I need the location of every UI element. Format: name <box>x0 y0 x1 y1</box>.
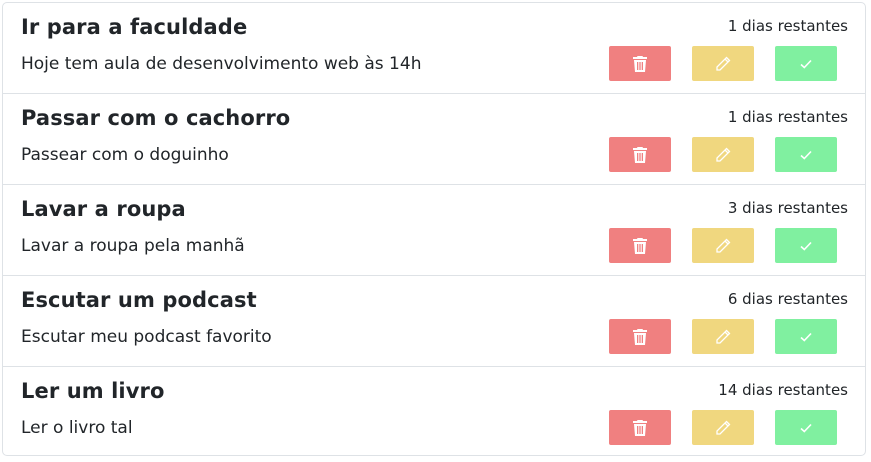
edit-button[interactable] <box>692 319 754 354</box>
edit-button[interactable] <box>692 228 754 263</box>
done-button[interactable] <box>775 228 837 263</box>
task-actions <box>609 410 837 445</box>
task-title: Passar com o cachorro <box>21 106 291 130</box>
task-actions <box>609 319 837 354</box>
pencil-icon <box>716 329 731 344</box>
days-remaining: 6 dias restantes <box>727 290 848 308</box>
pencil-icon <box>716 147 731 162</box>
check-icon <box>800 150 812 160</box>
days-remaining: 3 dias restantes <box>727 199 848 217</box>
task-item: Ir para a faculdade 1 dias restantes Hoj… <box>3 3 865 94</box>
pencil-icon <box>716 56 731 71</box>
trash-icon <box>633 237 647 254</box>
done-button[interactable] <box>775 46 837 81</box>
task-title: Ir para a faculdade <box>21 15 248 39</box>
task-item: Escutar um podcast 6 dias restantes Escu… <box>3 276 865 367</box>
task-actions <box>609 46 837 81</box>
delete-button[interactable] <box>609 46 671 81</box>
edit-button[interactable] <box>692 137 754 172</box>
task-title: Lavar a roupa <box>21 197 186 221</box>
check-icon <box>800 332 812 342</box>
pencil-icon <box>716 420 731 435</box>
done-button[interactable] <box>775 319 837 354</box>
check-icon <box>800 59 812 69</box>
delete-button[interactable] <box>609 228 671 263</box>
days-remaining: 1 dias restantes <box>727 17 848 35</box>
task-item: Ler um livro 14 dias restantes Ler o liv… <box>3 367 865 455</box>
task-list: Ir para a faculdade 1 dias restantes Hoj… <box>2 2 866 456</box>
done-button[interactable] <box>775 410 837 445</box>
task-description: Lavar a roupa pela manhã <box>21 236 245 256</box>
task-title: Ler um livro <box>21 379 165 403</box>
days-remaining: 1 dias restantes <box>727 108 848 126</box>
task-title: Escutar um podcast <box>21 288 257 312</box>
check-icon <box>800 241 812 251</box>
task-item: Lavar a roupa 3 dias restantes Lavar a r… <box>3 185 865 276</box>
check-icon <box>800 423 812 433</box>
delete-button[interactable] <box>609 410 671 445</box>
delete-button[interactable] <box>609 137 671 172</box>
trash-icon <box>633 419 647 436</box>
trash-icon <box>633 328 647 345</box>
task-description: Hoje tem aula de desenvolvimento web às … <box>21 54 422 74</box>
pencil-icon <box>716 238 731 253</box>
done-button[interactable] <box>775 137 837 172</box>
task-actions <box>609 228 837 263</box>
edit-button[interactable] <box>692 46 754 81</box>
trash-icon <box>633 55 647 72</box>
task-actions <box>609 137 837 172</box>
task-item: Passar com o cachorro 1 dias restantes P… <box>3 94 865 185</box>
task-description: Escutar meu podcast favorito <box>21 327 272 347</box>
task-description: Passear com o doguinho <box>21 145 229 165</box>
edit-button[interactable] <box>692 410 754 445</box>
days-remaining: 14 dias restantes <box>718 381 848 399</box>
delete-button[interactable] <box>609 319 671 354</box>
trash-icon <box>633 146 647 163</box>
task-description: Ler o livro tal <box>21 418 133 438</box>
